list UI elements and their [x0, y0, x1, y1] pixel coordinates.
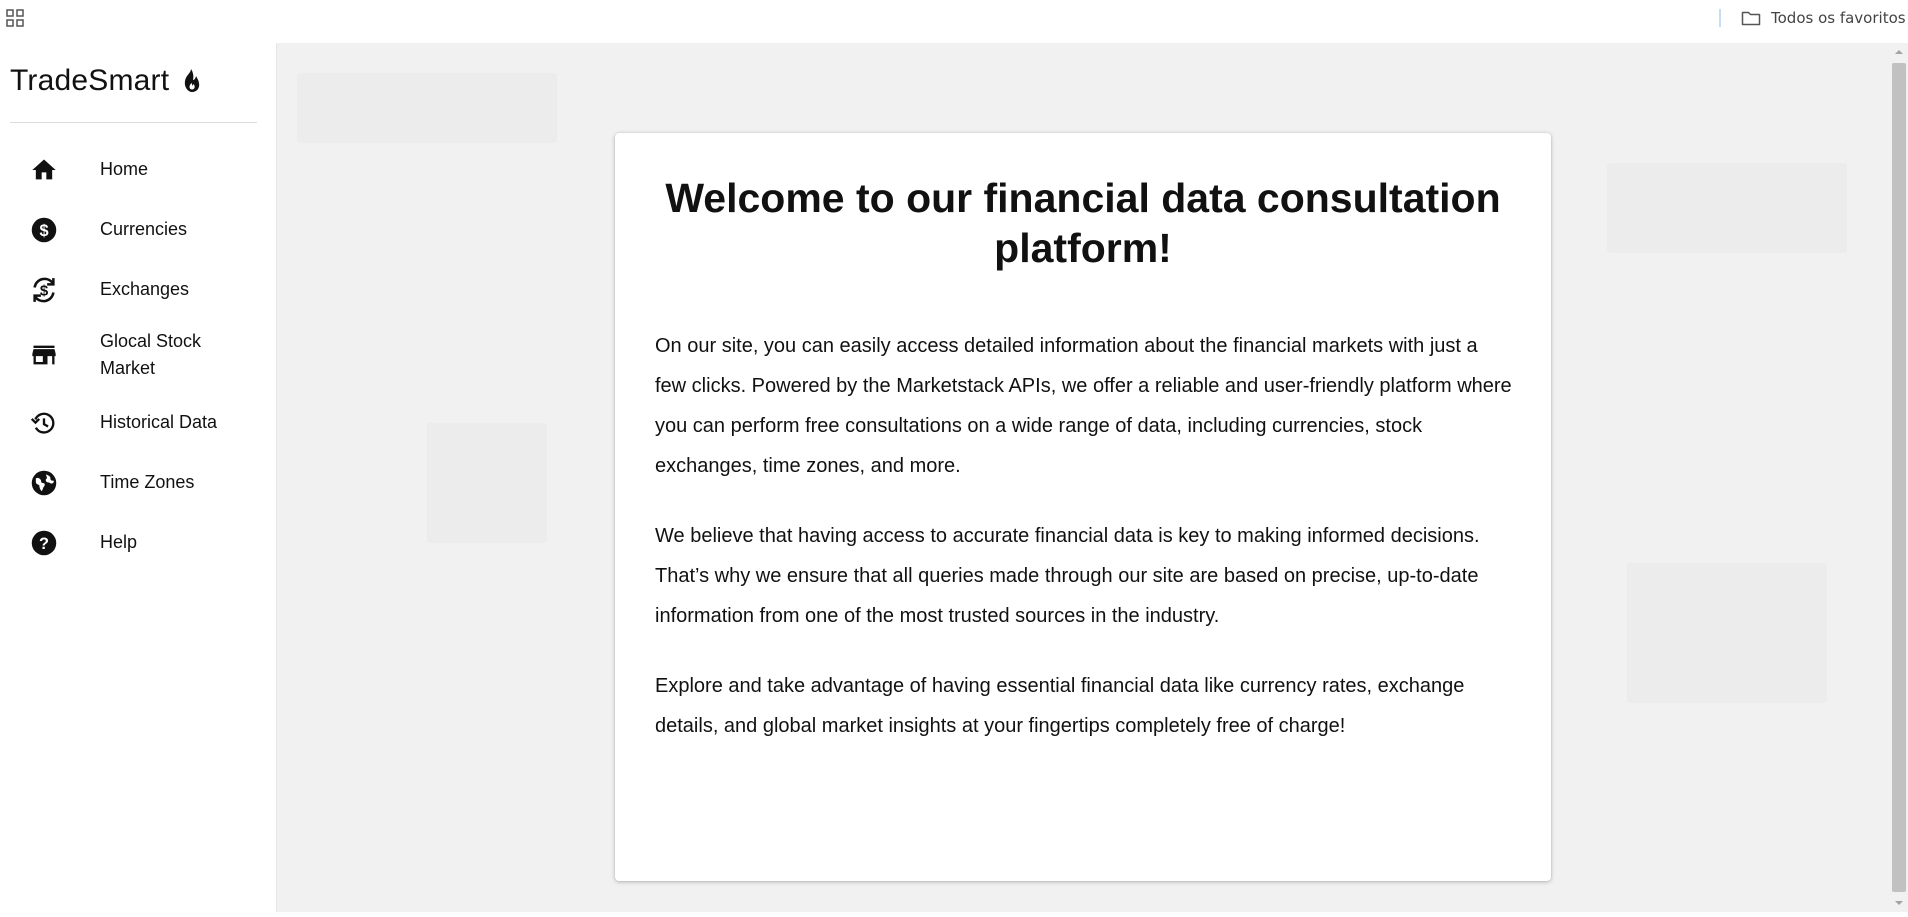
sidebar-item-label: Historical Data	[100, 412, 218, 432]
sidebar-item-label: Exchanges	[100, 279, 190, 299]
sidebar-item-label: Currencies	[100, 219, 188, 239]
sidebar-item-label: Home	[100, 159, 149, 179]
apps-grid-icon[interactable]	[6, 9, 24, 27]
sidebar-item-label: Time Zones	[100, 472, 195, 492]
history-icon	[29, 408, 59, 438]
brand[interactable]: TradeSmart	[10, 64, 203, 98]
sidebar-item-label: Glocal Stock Market	[100, 331, 202, 378]
accuracy-paragraph: We believe that having access to accurat…	[655, 525, 1480, 627]
all-bookmarks-button[interactable]: Todos os favoritos	[1741, 7, 1906, 29]
help-circle-icon: ?	[29, 528, 59, 558]
scroll-down-arrow-icon[interactable]	[1890, 894, 1908, 912]
bookmarks-bar: Todos os favoritos	[0, 0, 1908, 43]
sidebar-item-exchanges[interactable]: $ Exchanges	[0, 270, 277, 310]
bookmarks-separator	[1719, 9, 1721, 27]
sidebar-item-label: Help	[100, 532, 138, 552]
svg-text:?: ?	[39, 535, 49, 553]
welcome-card: Welcome to our financial data consultati…	[615, 133, 1551, 881]
flame-icon	[185, 69, 200, 92]
intro-paragraph: On our site, you can easily access detai…	[655, 335, 1512, 477]
background-decoration	[297, 73, 557, 143]
svg-text:$: $	[39, 222, 48, 240]
sidebar-item-historical-data[interactable]: Historical Data	[0, 403, 277, 443]
background-decoration	[1627, 563, 1827, 703]
page-title: Welcome to our financial data consultati…	[665, 175, 1501, 271]
sidebar-item-currencies[interactable]: $ Currencies	[0, 210, 277, 250]
currency-exchange-icon: $	[29, 275, 59, 305]
store-icon	[29, 340, 59, 370]
folder-icon	[1741, 11, 1761, 26]
background-decoration	[427, 423, 547, 543]
vertical-scrollbar[interactable]	[1890, 43, 1908, 912]
sidebar-item-time-zones[interactable]: Time Zones	[0, 463, 277, 503]
all-bookmarks-label: Todos os favoritos	[1771, 9, 1906, 27]
background-decoration	[1607, 163, 1847, 253]
home-icon	[29, 155, 59, 185]
main-content: Welcome to our financial data consultati…	[277, 43, 1890, 912]
explore-paragraph: Explore and take advantage of having ess…	[655, 675, 1465, 737]
brand-divider	[10, 122, 257, 123]
sidebar-item-home[interactable]: Home	[0, 150, 277, 190]
sidebar-item-help[interactable]: ? Help	[0, 523, 277, 563]
scrollbar-thumb[interactable]	[1892, 63, 1906, 892]
svg-text:$: $	[40, 283, 49, 300]
brand-name: TradeSmart	[10, 64, 170, 97]
sidebar-item-glocal-stock-market[interactable]: Glocal Stock Market	[0, 325, 277, 385]
dollar-circle-icon: $	[29, 215, 59, 245]
globe-icon	[29, 468, 59, 498]
sidebar: TradeSmart Home $ Currencies $ Exchanges…	[0, 43, 277, 912]
scroll-up-arrow-icon[interactable]	[1890, 43, 1908, 61]
